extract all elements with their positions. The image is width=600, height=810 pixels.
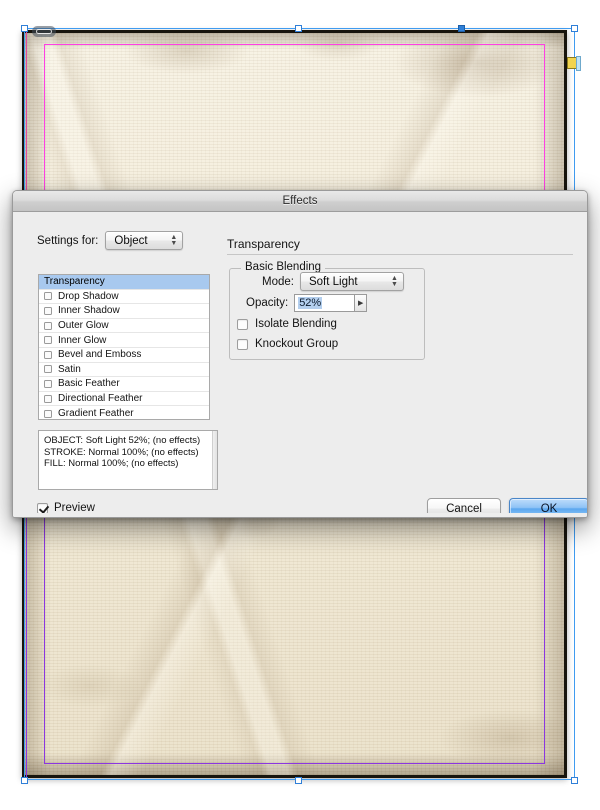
handle-bottom-left[interactable]	[21, 777, 28, 784]
bleed-guide-lower	[26, 518, 27, 778]
settings-for-label: Settings for:	[37, 234, 99, 247]
opacity-field[interactable]: 52% ▶	[294, 294, 368, 312]
scrollbar[interactable]	[212, 431, 217, 489]
checkbox-icon[interactable]	[237, 338, 248, 350]
checkbox-icon[interactable]	[44, 292, 52, 301]
effects-list[interactable]: Transparency Drop Shadow Inner Shadow Ou…	[38, 274, 210, 420]
blend-mode-row: Mode: Soft Light ▲ ▼	[262, 272, 404, 291]
blend-mode-dropdown[interactable]: Soft Light ▲ ▼	[299, 272, 404, 291]
margin-guide-top	[44, 44, 545, 204]
handle-top-left[interactable]	[21, 25, 28, 32]
checkbox-icon[interactable]	[44, 321, 52, 330]
handle-top-center[interactable]	[295, 25, 302, 32]
isolate-blending-row[interactable]: Isolate Blending	[237, 318, 337, 330]
summary-line-stroke: STROKE: Normal 100%; (no effects)	[44, 446, 199, 458]
effects-list-item-gradient-feather[interactable]: Gradient Feather	[39, 406, 209, 420]
effects-list-item-label: Satin	[58, 363, 81, 375]
knockout-group-label: Knockout Group	[255, 338, 339, 350]
checkbox-icon[interactable]	[44, 394, 52, 403]
dialog-title: Effects	[282, 195, 318, 207]
summary-line-object: OBJECT: Soft Light 52%; (no effects)	[44, 435, 201, 446]
blend-mode-value: Soft Light	[308, 275, 358, 288]
effects-list-item-inner-glow[interactable]: Inner Glow	[39, 333, 209, 348]
summary-line-fill: FILL: Normal 100%; (no effects)	[44, 458, 179, 469]
effects-list-item-drop-shadow[interactable]: Drop Shadow	[39, 290, 209, 305]
checkbox-icon[interactable]	[44, 306, 52, 315]
panel-title: Transparency	[227, 237, 300, 251]
handle-top-right-active[interactable]	[458, 25, 465, 32]
opacity-stepper-arrow-icon[interactable]: ▶	[354, 294, 368, 312]
effects-list-item-label: Outer Glow	[58, 320, 109, 332]
effects-dialog[interactable]: Effects Settings for: Object ▲ ▼ Transpar…	[12, 190, 588, 518]
opacity-input[interactable]: 52%	[294, 294, 355, 312]
effects-list-item-label: Bevel and Emboss	[58, 349, 142, 361]
handle-top-right[interactable]	[571, 25, 578, 32]
dialog-footer-strip	[13, 513, 587, 517]
settings-for-value: Object	[114, 234, 148, 247]
checkbox-icon[interactable]	[44, 409, 52, 418]
isolate-blending-label: Isolate Blending	[255, 318, 337, 330]
checkbox-icon[interactable]	[44, 379, 52, 388]
effects-list-item-label: Drop Shadow	[58, 290, 119, 302]
checkbox-icon[interactable]	[44, 365, 52, 374]
effects-list-item-label: Basic Feather	[58, 378, 120, 390]
effects-list-item-label: Gradient Feather	[58, 408, 134, 420]
effects-badge-icon[interactable]	[567, 56, 581, 71]
object-summary-box: OBJECT: Soft Light 52%; (no effects) STR…	[38, 430, 218, 490]
effects-list-item-satin[interactable]: Satin	[39, 363, 209, 378]
effects-list-item-inner-shadow[interactable]: Inner Shadow	[39, 304, 209, 319]
effects-list-item-label: Inner Glow	[58, 334, 107, 346]
panel-divider	[227, 254, 573, 255]
checkbox-icon[interactable]	[44, 336, 52, 345]
opacity-row: Opacity: 52% ▶	[246, 294, 368, 312]
effects-list-item-label: Transparency	[44, 276, 105, 288]
chevron-updown-icon: ▲ ▼	[391, 274, 398, 288]
checkbox-icon[interactable]	[237, 318, 248, 330]
effects-list-item-basic-feather[interactable]: Basic Feather	[39, 377, 209, 392]
chevron-updown-icon: ▲ ▼	[170, 233, 178, 247]
bleed-guide-upper	[26, 30, 27, 190]
checkbox-checked-icon[interactable]	[37, 502, 48, 514]
handle-bottom-center[interactable]	[295, 777, 302, 784]
dialog-titlebar[interactable]: Effects	[13, 191, 587, 212]
handle-bottom-right[interactable]	[571, 777, 578, 784]
effects-list-item-directional-feather[interactable]: Directional Feather	[39, 392, 209, 407]
dialog-body: Settings for: Object ▲ ▼ Transparency Dro…	[13, 212, 587, 517]
blend-mode-label: Mode:	[262, 275, 294, 288]
settings-for-row: Settings for: Object ▲ ▼	[37, 231, 184, 250]
opacity-value: 52%	[298, 297, 323, 309]
effects-list-item-label: Inner Shadow	[58, 305, 120, 317]
settings-for-dropdown[interactable]: Object ▲ ▼	[105, 231, 184, 250]
effects-list-item-transparency[interactable]: Transparency	[39, 275, 209, 290]
margin-guide-bottom	[44, 518, 545, 764]
opacity-label: Opacity:	[246, 297, 289, 309]
effects-list-item-label: Directional Feather	[58, 393, 143, 405]
effects-list-item-bevel-and-emboss[interactable]: Bevel and Emboss	[39, 348, 209, 363]
link-chain-icon[interactable]	[32, 26, 56, 37]
knockout-group-row[interactable]: Knockout Group	[237, 338, 338, 350]
checkbox-icon[interactable]	[44, 350, 52, 359]
effects-list-item-outer-glow[interactable]: Outer Glow	[39, 319, 209, 334]
